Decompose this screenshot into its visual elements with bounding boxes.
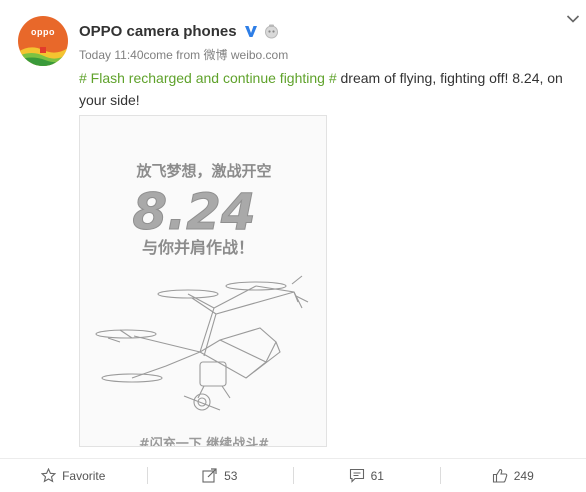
post-image[interactable]: 放飞梦想，激战开空 8.24 与你并肩作战！ #闪充一下 继续战斗# [79,115,327,447]
avatar[interactable]: oppo [18,16,68,66]
poster-hashtag: #闪充一下 继续战斗# [139,436,269,446]
verified-v-icon[interactable] [244,24,258,38]
post-time[interactable]: Today 11:40 [79,48,144,62]
author-name[interactable]: OPPO camera phones [79,23,237,40]
weibo-post-card: oppo OPPO camera phones Today 11:40come … [0,0,586,492]
favorite-label: Favorite [62,468,106,483]
source-prefix: come from [143,48,201,62]
repost-icon [202,468,217,483]
repost-button[interactable]: 53 [146,459,294,492]
post-source[interactable]: 微博 weibo.com [204,48,289,62]
favorite-button[interactable]: Favorite [0,459,147,492]
repost-count: 53 [224,468,238,483]
comment-button[interactable]: 61 [293,459,440,492]
action-bar: Favorite 53 61 249 [0,459,586,492]
star-icon [41,468,57,483]
comment-icon [349,468,364,483]
poster-date: 8.24 [132,183,255,241]
poster-slogan: 放飞梦想，激战开空 [135,162,271,180]
post-text: # Flash recharged and continue fighting … [79,67,574,111]
like-button[interactable]: 249 [439,459,586,492]
like-count: 249 [513,468,534,483]
avatar-landscape-graphic [18,47,68,66]
topic-link[interactable]: # Flash recharged and continue fighting … [79,70,337,86]
chevron-down-icon[interactable] [566,14,580,24]
thumbs-up-icon [492,468,508,483]
avatar-brand-text: oppo [31,27,55,37]
drone-poster-graphic: 放飞梦想，激战开空 8.24 与你并肩作战！ #闪充一下 继续战斗# [80,116,326,446]
post-meta: Today 11:40come from 微博 weibo.com [79,46,288,63]
author-row: OPPO camera phones [79,21,279,41]
member-badge-icon[interactable] [264,24,279,39]
poster-tagline: 与你并肩作战！ [142,238,254,257]
comment-count: 61 [370,468,384,483]
